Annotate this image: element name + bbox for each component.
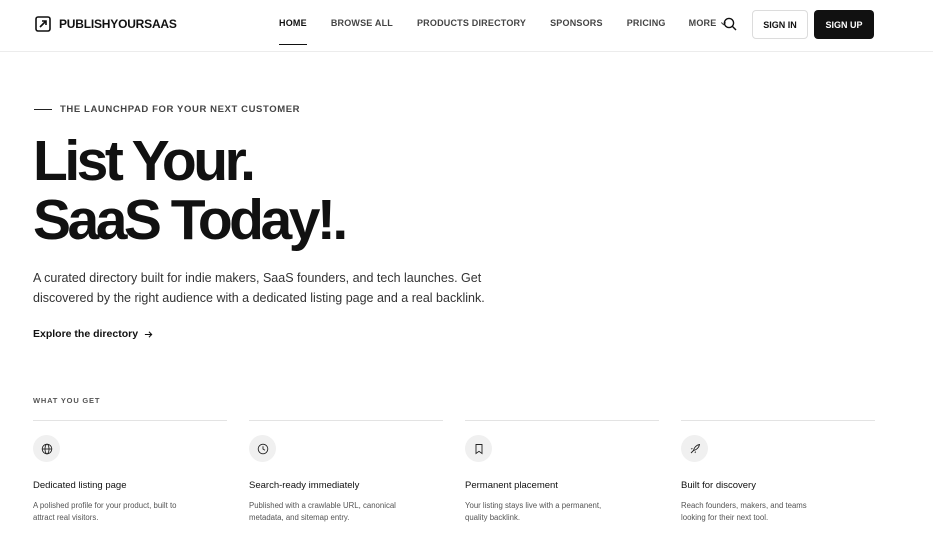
- feature-description: Your listing stays live with a permanent…: [465, 501, 602, 522]
- eyebrow-line: [34, 109, 52, 110]
- explore-directory-label: Explore the directory: [33, 328, 139, 340]
- bookmark-icon: [475, 443, 482, 454]
- feature-icon-wrap: [465, 435, 492, 462]
- main-nav: HOME BROWSE ALL PRODUCTS DIRECTORY SPONS…: [279, 18, 727, 45]
- logo-icon: [35, 16, 51, 32]
- logo-text: PUBLISHYOURSAAS: [59, 17, 177, 31]
- hero-description: A curated directory built for indie make…: [33, 271, 485, 305]
- clock-icon: [257, 443, 268, 454]
- feature-card: Dedicated listing page A polished profil…: [33, 420, 227, 524]
- feature-icon-wrap: [681, 435, 708, 462]
- feature-title: Search-ready immediately: [249, 480, 360, 491]
- feature-icon-wrap: [249, 435, 276, 462]
- feature-title: Dedicated listing page: [33, 480, 127, 491]
- feature-card: Built for discovery Reach founders, make…: [681, 420, 875, 524]
- sign-in-button[interactable]: SIGN IN: [752, 10, 808, 39]
- feature-title: Built for discovery: [681, 480, 756, 491]
- nav-home[interactable]: HOME: [279, 18, 307, 45]
- globe-icon: [41, 443, 52, 454]
- nav-pricing[interactable]: PRICING: [627, 18, 666, 44]
- feature-card: Search-ready immediately Published with …: [249, 420, 443, 524]
- feature-card: Permanent placement Your listing stays l…: [465, 420, 659, 524]
- what-you-get-label: WHAT YOU GET: [33, 396, 101, 405]
- hero-title-line-2: SaaS Today!.: [33, 188, 348, 252]
- feature-description: A polished profile for your product, bui…: [33, 501, 177, 522]
- nav-sponsors[interactable]: SPONSORS: [550, 18, 603, 44]
- feature-title: Permanent placement: [465, 480, 558, 491]
- site-header: PUBLISHYOURSAAS HOME BROWSE ALL PRODUCTS…: [0, 0, 933, 52]
- search-icon[interactable]: [722, 16, 738, 32]
- rocket-icon: [690, 443, 700, 453]
- feature-description: Reach founders, makers, and teams lookin…: [681, 501, 807, 522]
- hero-eyebrow: THE LAUNCHPAD FOR YOUR NEXT CUSTOMER: [34, 104, 300, 115]
- logo[interactable]: PUBLISHYOURSAAS: [35, 16, 177, 32]
- feature-icon-wrap: [33, 435, 60, 462]
- nav-products-directory[interactable]: PRODUCTS DIRECTORY: [417, 18, 526, 44]
- nav-more-label: MORE: [688, 18, 717, 28]
- arrow-right-icon: [144, 330, 153, 338]
- hero-title-line-1: List Your.: [33, 129, 256, 193]
- hero-title: List Your. SaaS Today!.: [33, 129, 348, 252]
- feature-description: Published with a crawlable URL, canonica…: [249, 501, 396, 522]
- explore-directory-link[interactable]: Explore the directory: [33, 328, 153, 340]
- nav-browse-all[interactable]: BROWSE ALL: [331, 18, 393, 44]
- eyebrow-text: THE LAUNCHPAD FOR YOUR NEXT CUSTOMER: [60, 104, 301, 115]
- features-list: Dedicated listing page A polished profil…: [33, 420, 875, 524]
- sign-up-button[interactable]: SIGN UP: [814, 10, 874, 39]
